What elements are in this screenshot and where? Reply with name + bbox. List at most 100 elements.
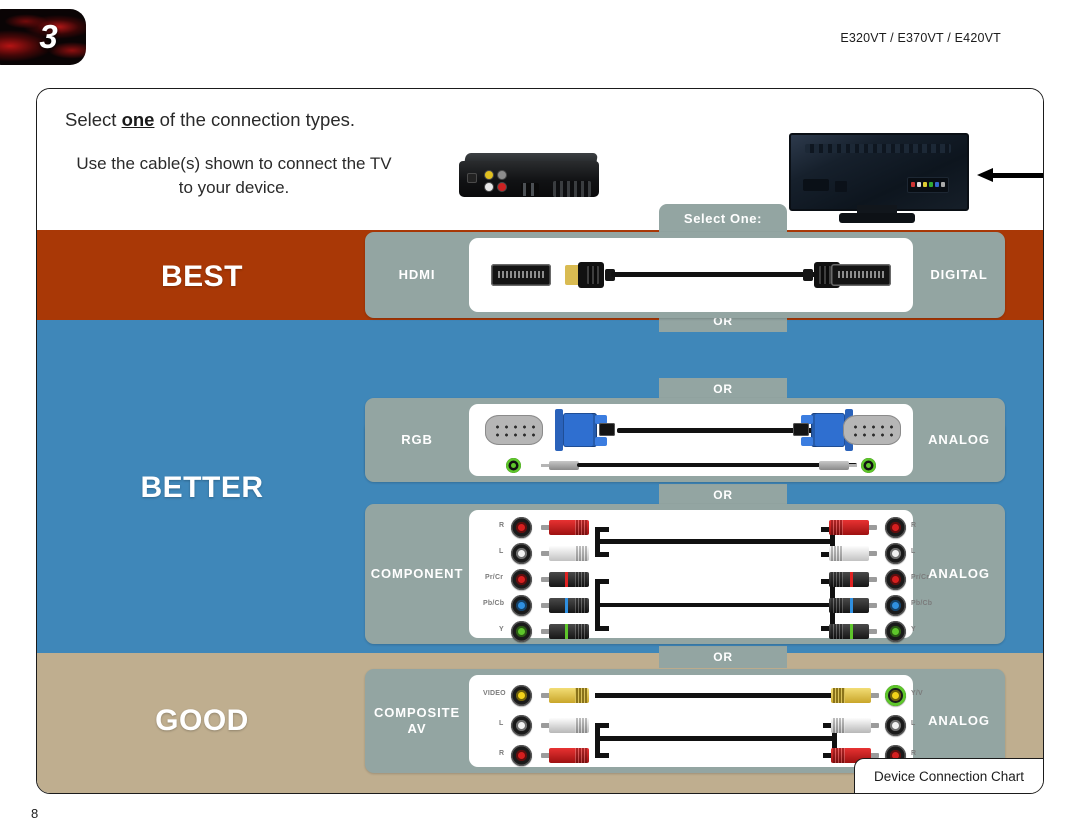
step-number-badge: 3 — [0, 9, 86, 65]
component-audio-trunk — [595, 539, 835, 544]
vga-plug-left-flange — [555, 409, 563, 451]
connection-label-composite-av-line2: AV — [407, 721, 427, 736]
composite-left-label-video: VIDEO — [483, 690, 506, 697]
component-right-port-pb — [885, 595, 906, 616]
vga-plug-right-screw-bottom — [801, 437, 813, 446]
hdmi-plug-left-grip — [587, 266, 599, 284]
composite-audio-trunk — [595, 736, 837, 741]
component-plug-left-pb — [541, 598, 597, 613]
tv-input-port-cluster — [907, 177, 949, 193]
composite-right-port-l — [885, 715, 906, 736]
component-plug-left-l — [541, 546, 597, 561]
vga-plug-left-screw-bottom — [595, 437, 607, 446]
composite-left-port-video — [511, 685, 532, 706]
component-harness-left-audio-h2 — [595, 552, 609, 557]
component-right-port-pr — [885, 569, 906, 590]
composite-right-port-yv — [885, 685, 906, 706]
component-plug-left-pr — [541, 572, 597, 587]
arrow-shaft — [991, 173, 1043, 178]
intro-line-1-emphasis: one — [121, 109, 155, 130]
composite-harness-left-h2 — [595, 753, 609, 758]
component-left-port-y — [511, 621, 532, 642]
connection-row-component[interactable]: COMPONENT R L Pr/Cr Pb/Cb Y R L Pr/Cr Pb… — [365, 504, 1005, 644]
hdmi-plug-right-grip — [819, 266, 831, 284]
intro-section: Select one of the connection types. Use … — [37, 89, 1043, 230]
vga-port-right — [843, 415, 901, 445]
composite-harness-left-h1 — [595, 723, 609, 728]
composite-video-trunk — [595, 693, 837, 698]
component-right-port-l — [885, 543, 906, 564]
tv-back-panel — [789, 133, 969, 211]
tv-stand-base — [839, 213, 915, 223]
stb-jack-video-yellow — [484, 170, 494, 180]
set-top-box-image — [455, 149, 603, 197]
grade-label-better: BETTER — [140, 471, 264, 504]
connection-card-rgb — [469, 404, 913, 476]
connection-label-rgb: RGB — [401, 432, 433, 447]
set-top-box-front-face — [459, 161, 599, 197]
connection-row-rgb[interactable]: RGB ANALOG — [365, 398, 1005, 482]
grade-label-best: BEST — [160, 260, 243, 293]
tv-port-blue — [935, 182, 939, 187]
signal-type-rgb: ANALOG — [928, 432, 990, 447]
component-left-port-l — [511, 543, 532, 564]
connection-card-component: R L Pr/Cr Pb/Cb Y R L Pr/Cr Pb/Cb Y — [469, 510, 932, 642]
device-connection-chart-panel: Select one of the connection types. Use … — [36, 88, 1044, 794]
component-left-label-l: L — [499, 548, 504, 555]
connection-label-composite-av: COMPOSITE AV — [365, 669, 469, 773]
vga-plug-left-boot — [599, 423, 615, 436]
hdmi-port-left — [491, 264, 551, 286]
page-number-label: 8 — [31, 806, 39, 821]
intro-line-2: Use the cable(s) shown to connect the TV… — [76, 154, 392, 197]
tv-port-gray — [941, 182, 945, 187]
component-plug-left-r — [541, 520, 597, 535]
composite-left-label-l: L — [499, 720, 504, 727]
television-rear-image — [789, 133, 969, 225]
chart-title-label: Device Connection Chart — [873, 768, 1025, 784]
tv-port-red — [911, 182, 915, 187]
stb-jack-component-gray — [497, 170, 507, 180]
tv-connection-arrow-icon — [977, 168, 1043, 182]
component-plug-right-pb — [821, 598, 877, 613]
tv-port-yellow — [923, 182, 927, 187]
component-harness-left-video-h2 — [595, 626, 609, 631]
composite-left-label-r: R — [499, 750, 505, 757]
intro-line-1-before: Select — [65, 109, 122, 130]
stb-vents — [553, 181, 591, 197]
hdmi-port-right — [831, 264, 891, 286]
component-left-port-pb — [511, 595, 532, 616]
stb-jack-power — [467, 173, 477, 183]
select-one-tab: Select One: — [659, 204, 787, 232]
component-plug-right-pr — [821, 572, 877, 587]
signal-type-component: ANALOG — [928, 566, 990, 581]
component-right-port-y — [885, 621, 906, 642]
connection-label-component: COMPONENT — [370, 566, 464, 581]
audio-minijack-right — [813, 461, 857, 470]
component-plug-left-y — [541, 624, 597, 639]
composite-plug-left-l — [541, 718, 597, 733]
composite-plug-right-l — [823, 718, 879, 733]
component-plug-right-r — [821, 520, 877, 535]
chart-title-notch: Device Connection Chart — [854, 758, 1043, 793]
component-left-label-pb: Pb/Cb — [483, 600, 505, 607]
or-separator-4: OR — [659, 646, 787, 668]
hdmi-plug-right-boot — [803, 269, 813, 281]
vga-plug-left — [555, 409, 619, 451]
connection-card-composite-av: VIDEO L R Y/V L R — [469, 675, 923, 767]
component-left-label-y: Y — [499, 626, 504, 633]
tv-port-green — [929, 182, 933, 187]
component-harness-left-audio-h1 — [595, 527, 609, 532]
composite-plug-left-video — [541, 688, 597, 703]
vga-port-right-pins — [850, 422, 894, 438]
vga-plug-left-hood — [563, 413, 597, 447]
arrow-head — [977, 168, 993, 182]
intro-line-1-after: of the connection types. — [154, 109, 355, 130]
tv-port-white — [917, 182, 921, 187]
connection-card-hdmi — [469, 238, 913, 312]
audio-minijack-left-shell — [549, 461, 579, 470]
connection-row-hdmi[interactable]: HDMI DIGITAL — [365, 232, 1005, 318]
grade-label-good: GOOD — [155, 704, 249, 737]
component-harness-left-video-h1 — [595, 579, 609, 584]
stb-jack-audio-left — [484, 182, 494, 192]
or-separator-2: OR — [659, 378, 787, 400]
